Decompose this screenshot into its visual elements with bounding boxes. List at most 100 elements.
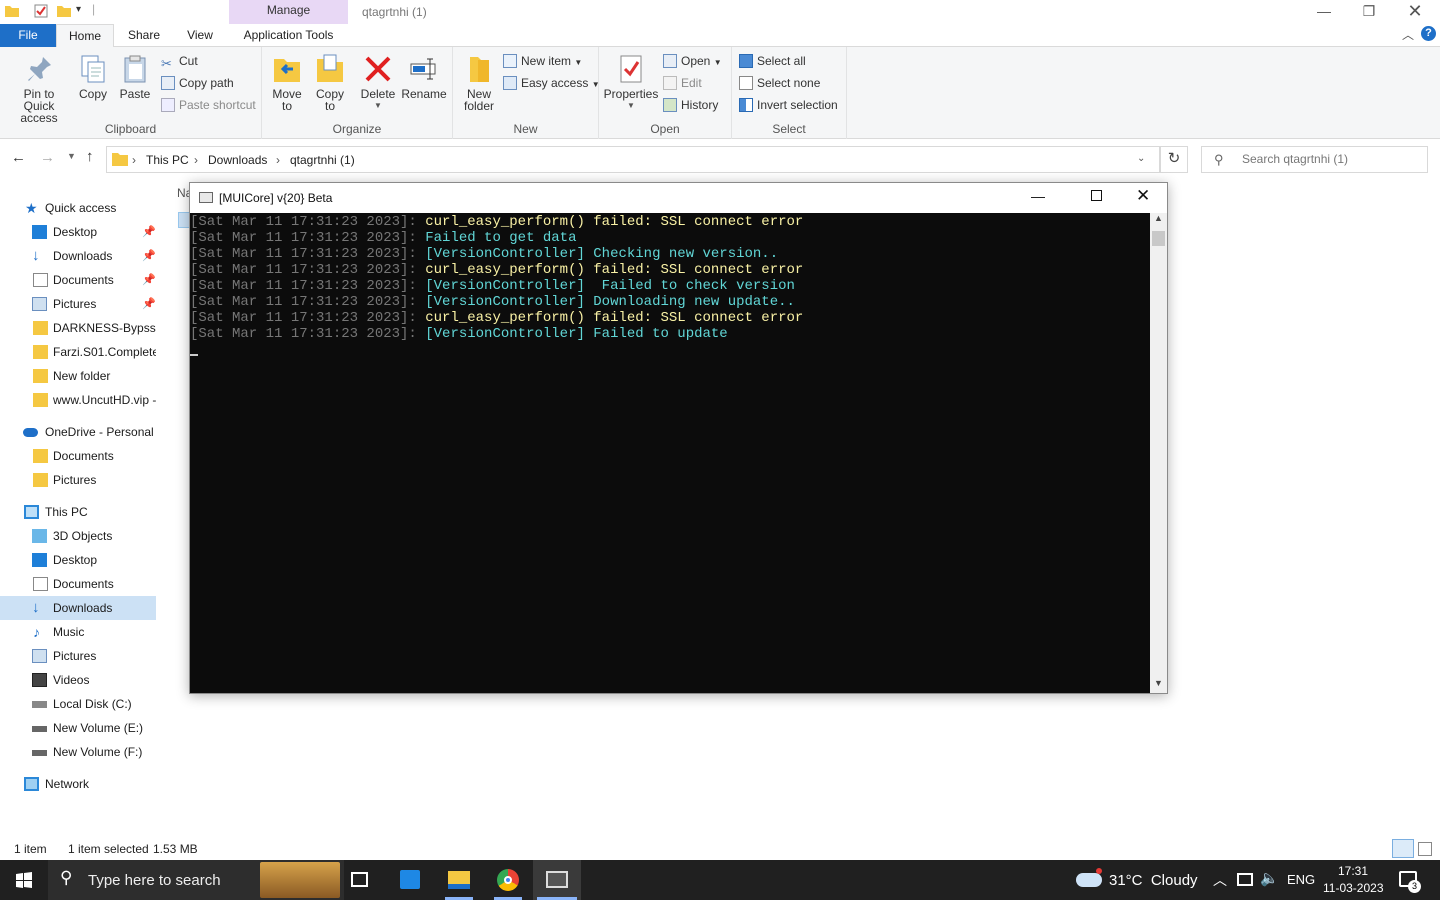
nav-network[interactable]: Network: [0, 772, 156, 796]
invert-selection-button[interactable]: Invert selection: [739, 96, 838, 114]
network-status-icon[interactable]: [1237, 873, 1253, 886]
breadcrumb-folder[interactable]: qtagrtnhi (1): [290, 153, 355, 167]
tab-file[interactable]: File: [0, 24, 56, 47]
close-button[interactable]: ✕: [1392, 0, 1438, 24]
taskbar-search-box[interactable]: ⚲ Type here to search: [48, 860, 344, 900]
refresh-button[interactable]: ↻: [1160, 146, 1188, 173]
clock-time[interactable]: 17:31: [1338, 864, 1368, 878]
nav-qa-new-folder[interactable]: New folder: [0, 364, 156, 388]
nav-pc-pictures[interactable]: Pictures: [0, 644, 156, 668]
nav-videos[interactable]: Videos: [0, 668, 156, 692]
nav-qa-farzi[interactable]: Farzi.S01.Complete.: [0, 340, 156, 364]
nav-local-disk-c[interactable]: Local Disk (C:): [0, 692, 156, 716]
new-folder-quick-icon[interactable]: [56, 3, 72, 19]
nav-qa-documents[interactable]: Documents 📌: [0, 268, 156, 292]
easy-access-button[interactable]: Easy access ▼: [503, 74, 600, 92]
nav-od-pictures[interactable]: Pictures: [0, 468, 156, 492]
tab-application-tools[interactable]: Application Tools: [229, 24, 348, 47]
nav-pc-downloads[interactable]: ↓ Downloads: [0, 596, 156, 620]
paste-shortcut-button[interactable]: Paste shortcut: [161, 96, 256, 114]
tab-home[interactable]: Home: [56, 24, 114, 47]
breadcrumb-separator: ›: [132, 153, 136, 167]
nav-pc-desktop[interactable]: Desktop: [0, 548, 156, 572]
console-maximize-button[interactable]: [1091, 190, 1102, 201]
tab-share[interactable]: Share: [118, 24, 170, 47]
task-view-button[interactable]: [336, 860, 384, 900]
nav-qa-desktop[interactable]: Desktop 📌: [0, 220, 156, 244]
nav-3d-objects[interactable]: 3D Objects: [0, 524, 156, 548]
help-icon[interactable]: ?: [1421, 26, 1436, 41]
weather-text[interactable]: 31°C Cloudy: [1109, 872, 1198, 889]
nav-qa-pictures[interactable]: Pictures 📌: [0, 292, 156, 316]
console-output[interactable]: [Sat Mar 11 17:31:23 2023]: curl_easy_pe…: [190, 213, 1150, 693]
breadcrumb-this-pc[interactable]: This PC: [146, 153, 189, 167]
console-close-button[interactable]: ✕: [1136, 186, 1150, 206]
select-none-button[interactable]: Select none: [739, 74, 820, 92]
scroll-thumb[interactable]: [1152, 231, 1165, 246]
address-bar[interactable]: › This PC › Downloads › qtagrtnhi (1) ⌄: [106, 146, 1160, 173]
delete-dropdown-icon[interactable]: ▼: [358, 100, 398, 112]
customize-qat-icon[interactable]: ▾: [76, 4, 81, 15]
collapse-ribbon-icon[interactable]: ︿: [1402, 26, 1414, 43]
chrome-taskbar-button[interactable]: [484, 860, 532, 900]
nav-volume-e[interactable]: New Volume (E:): [0, 716, 156, 740]
details-view-icon[interactable]: [1392, 839, 1414, 858]
search-input[interactable]: ⚲ Search qtagrtnhi (1): [1201, 146, 1428, 173]
clock-date[interactable]: 11-03-2023: [1323, 881, 1384, 895]
pin-quick-access-button[interactable]: Pin to Quick access: [4, 53, 74, 124]
move-to-button[interactable]: Move to: [267, 53, 307, 112]
breadcrumb-downloads[interactable]: Downloads: [208, 153, 267, 167]
open-button[interactable]: Open ▼: [663, 52, 722, 70]
copy-to-button[interactable]: Copy to: [310, 53, 350, 112]
console-minimize-button[interactable]: —: [1031, 188, 1045, 204]
new-folder-button[interactable]: New folder: [459, 53, 499, 112]
manage-tab[interactable]: Manage: [229, 0, 348, 24]
nav-qa-downloads[interactable]: ↓ Downloads 📌: [0, 244, 156, 268]
console-scrollbar[interactable]: ▲ ▼: [1150, 213, 1167, 693]
console-title-bar[interactable]: [MUICore] v{20} Beta — ✕: [190, 183, 1167, 213]
up-icon[interactable]: ↑: [86, 148, 94, 165]
new-item-button[interactable]: New item ▼: [503, 52, 582, 70]
console-taskbar-button[interactable]: [533, 860, 581, 900]
volume-icon[interactable]: 🔈: [1260, 869, 1279, 887]
nav-volume-f[interactable]: New Volume (F:): [0, 740, 156, 764]
nav-qa-darkness[interactable]: DARKNESS-Bypss: [0, 316, 156, 340]
copy-button[interactable]: Copy: [76, 53, 110, 100]
nav-onedrive[interactable]: OneDrive - Personal: [0, 420, 156, 444]
file-explorer-taskbar-button[interactable]: [435, 860, 483, 900]
select-all-button[interactable]: Select all: [739, 52, 806, 70]
paste-button[interactable]: Paste: [116, 53, 154, 100]
nav-qa-uncut[interactable]: www.UncutHD.vip -: [0, 388, 156, 412]
back-icon[interactable]: ←: [11, 149, 26, 166]
start-button[interactable]: [0, 860, 48, 900]
large-icons-view-icon[interactable]: [1418, 842, 1432, 856]
store-button[interactable]: [386, 860, 434, 900]
nav-music[interactable]: ♪ Music: [0, 620, 156, 644]
nav-od-documents[interactable]: Documents: [0, 444, 156, 468]
nav-label: Music: [53, 625, 85, 639]
restore-button[interactable]: ❐: [1346, 0, 1392, 24]
address-dropdown-icon[interactable]: ⌄: [1137, 153, 1145, 164]
properties-dropdown-icon[interactable]: ▼: [603, 100, 659, 112]
forward-icon[interactable]: →: [40, 149, 55, 166]
navigation-pane: ★ Quick access Desktop 📌 ↓ Downloads 📌 Docum…: [0, 190, 156, 830]
scroll-down-icon[interactable]: ▼: [1154, 678, 1163, 688]
history-button[interactable]: History: [663, 96, 718, 114]
copy-path-button[interactable]: Copy path: [161, 74, 234, 92]
recent-locations-icon[interactable]: ▼: [67, 151, 76, 161]
nav-pc-documents[interactable]: Documents: [0, 572, 156, 596]
cut-button[interactable]: ✂ Cut: [161, 52, 198, 71]
nav-this-pc[interactable]: This PC: [0, 500, 156, 524]
language-indicator[interactable]: ENG: [1287, 872, 1315, 887]
console-timestamp: [Sat Mar 11 17:31:23 2023]:: [190, 326, 426, 342]
properties-quick-icon[interactable]: [33, 3, 49, 19]
rename-button[interactable]: Rename: [401, 53, 447, 100]
edit-button[interactable]: Edit: [663, 74, 702, 92]
delete-button[interactable]: Delete ▼: [358, 53, 398, 112]
show-hidden-icons[interactable]: ︿: [1213, 870, 1227, 890]
scroll-up-icon[interactable]: ▲: [1154, 213, 1163, 223]
nav-quick-access[interactable]: ★ Quick access: [0, 196, 156, 220]
minimize-button[interactable]: —: [1301, 0, 1347, 24]
properties-button[interactable]: Properties ▼: [603, 53, 659, 112]
tab-view[interactable]: View: [174, 24, 226, 47]
